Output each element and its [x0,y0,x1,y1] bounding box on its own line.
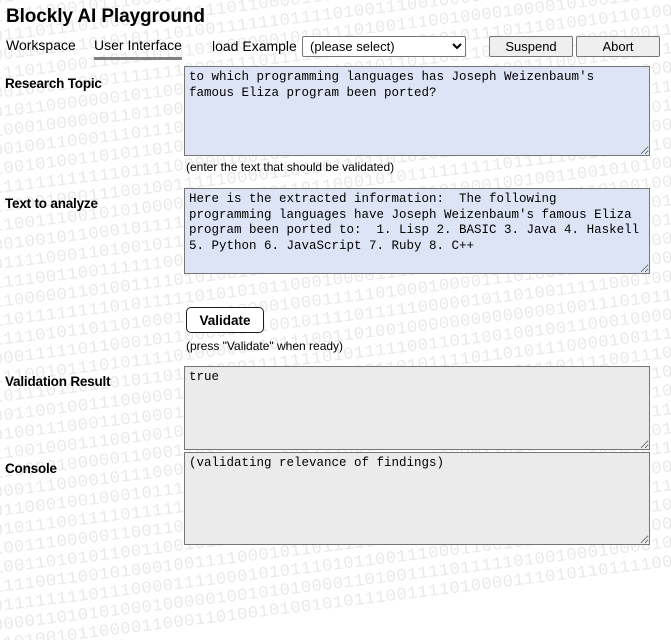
load-example-select[interactable]: (please select) [302,36,466,57]
page-title: Blockly AI Playground [6,6,205,27]
console-output[interactable]: (validating relevance of findings) [184,452,650,545]
research-topic-input[interactable]: to which programming languages has Josep… [184,66,650,156]
validation-result-output[interactable]: true [184,366,650,450]
validate-hint: (press "Validate" when ready) [186,339,344,353]
research-topic-hint: (enter the text that should be validated… [186,160,395,174]
research-topic-label: Research Topic [5,76,102,91]
validate-button[interactable]: Validate [186,307,264,333]
tab-workspace[interactable]: Workspace [6,37,76,57]
toolbar: Workspace User Interface load Example (p… [0,36,671,62]
page-root: Blockly AI Playground Workspace User Int… [0,0,671,552]
text-to-analyze-input[interactable]: Here is the extracted information: The f… [184,188,650,274]
text-to-analyze-label: Text to analyze [5,196,98,211]
tab-user-interface[interactable]: User Interface [94,37,182,60]
suspend-button[interactable]: Suspend [489,36,573,57]
load-example-label: load Example [212,38,297,54]
console-label: Console [5,461,57,476]
abort-button[interactable]: Abort [576,36,660,57]
validation-result-label: Validation Result [5,374,111,389]
